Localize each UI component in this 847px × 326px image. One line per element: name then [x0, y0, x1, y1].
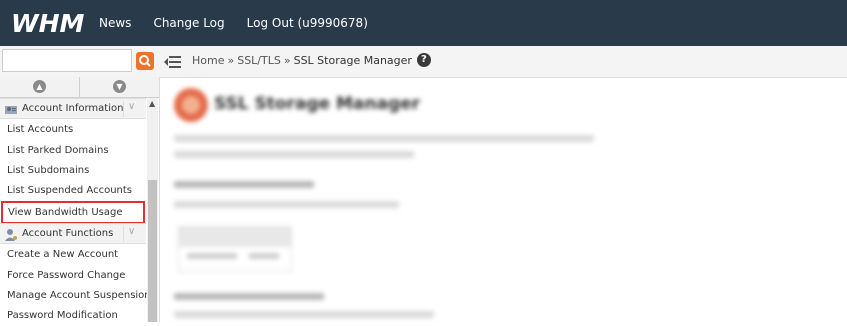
- sidebar-collapse-row: ▲ ▼: [0, 77, 159, 98]
- chevron-down-icon: ▼: [113, 80, 126, 93]
- menu-collapse-icon: [164, 56, 181, 68]
- blurred-placeholder-line: [174, 201, 399, 208]
- page-title: SSL Storage Manager: [214, 94, 421, 114]
- main-content: SSL Storage Manager: [160, 78, 847, 322]
- blurred-table-header: [179, 227, 291, 247]
- collapse-all-button[interactable]: ▲: [0, 77, 80, 97]
- search-button[interactable]: [136, 52, 154, 70]
- account-info-icon: [5, 106, 17, 114]
- chevron-up-icon: ▲: [33, 80, 46, 93]
- top-bar: WHM News Change Log Log Out (u9990678): [0, 0, 847, 46]
- blurred-placeholder-line: [174, 151, 414, 158]
- sidebar-item-password-modification[interactable]: Password Modification: [0, 306, 146, 326]
- sidebar-item-view-bandwidth-usage[interactable]: View Bandwidth Usage: [1, 201, 145, 224]
- sidebar-scrollbar-thumb[interactable]: [148, 180, 157, 322]
- breadcrumb-separator: »: [227, 53, 235, 67]
- toolbar-row: Home » SSL/TLS » SSL Storage Manager ?: [0, 46, 847, 78]
- sidebar-item-list-parked-domains[interactable]: List Parked Domains: [0, 141, 146, 161]
- whm-logo[interactable]: WHM: [11, 8, 89, 38]
- nav-change-log-link[interactable]: Change Log: [153, 16, 224, 30]
- blurred-table: [178, 226, 292, 272]
- blurred-placeholder-line: [174, 311, 434, 318]
- sidebar-item-list-suspended-accounts[interactable]: List Suspended Accounts: [0, 181, 146, 201]
- account-functions-icon: [5, 229, 17, 241]
- breadcrumb-home[interactable]: Home: [192, 54, 224, 67]
- expand-all-button[interactable]: ▼: [80, 77, 159, 97]
- chevron-down-icon: ∨: [123, 101, 135, 117]
- blurred-content: SSL Storage Manager: [160, 78, 847, 322]
- scroll-up-icon[interactable]: ▲: [149, 99, 155, 108]
- breadcrumb-current: SSL Storage Manager: [293, 53, 412, 67]
- blurred-table-cell: [249, 253, 279, 259]
- sidebar-item-list-subdomains[interactable]: List Subdomains: [0, 161, 146, 181]
- sidebar-item-force-password-change[interactable]: Force Password Change: [0, 266, 146, 286]
- ssl-storage-icon: [174, 88, 208, 122]
- blurred-placeholder-line: [174, 293, 324, 300]
- sidebar-toggle-button[interactable]: [164, 54, 182, 73]
- section-title: Account Functions: [22, 228, 114, 239]
- nav-logout-link[interactable]: Log Out (u9990678): [247, 16, 368, 30]
- top-nav: News Change Log Log Out (u9990678): [99, 0, 390, 46]
- sidebar-section-account-functions[interactable]: Account Functions ∨: [0, 223, 146, 244]
- help-icon[interactable]: ?: [416, 53, 431, 67]
- sidebar-item-list-accounts[interactable]: List Accounts: [0, 120, 146, 140]
- blurred-placeholder-line: [174, 135, 594, 142]
- breadcrumb-separator: »: [283, 53, 291, 67]
- sidebar: ▲ ▼ Account Information ∨ List Accounts …: [0, 77, 160, 322]
- blurred-placeholder-line: [174, 181, 314, 188]
- breadcrumb: Home » SSL/TLS » SSL Storage Manager ?: [192, 53, 431, 67]
- search-icon: [139, 55, 151, 67]
- sidebar-item-manage-account-suspension[interactable]: Manage Account Suspension: [0, 286, 151, 306]
- breadcrumb-section[interactable]: SSL/TLS: [237, 54, 281, 67]
- blurred-table-cell: [187, 253, 237, 259]
- search-input[interactable]: [2, 49, 132, 72]
- section-title: Account Information: [22, 103, 124, 114]
- chevron-down-icon: ∨: [123, 226, 135, 242]
- sidebar-item-create-new-account[interactable]: Create a New Account: [0, 245, 146, 265]
- sidebar-section-account-information[interactable]: Account Information ∨: [0, 98, 146, 119]
- nav-news-link[interactable]: News: [99, 16, 131, 30]
- whm-logo-text: WHM: [11, 9, 84, 38]
